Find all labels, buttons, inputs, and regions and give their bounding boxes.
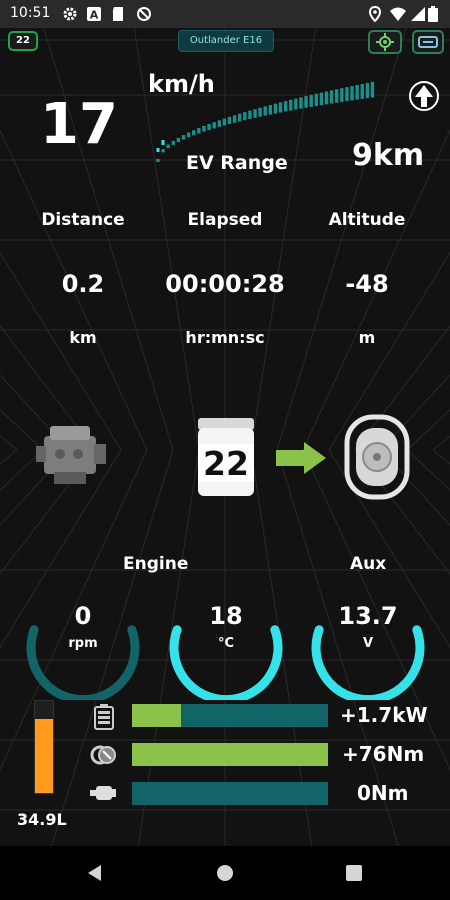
motor-torque-value: +76Nm — [342, 742, 425, 766]
recents-icon[interactable] — [346, 865, 362, 881]
temp-unit: °C — [217, 636, 235, 651]
battery-icon — [94, 704, 114, 730]
fuel-value: 34.9L — [17, 810, 67, 829]
status-bar: 10:51 A — [0, 0, 450, 28]
power-value: +1.7kW — [340, 703, 428, 727]
font-icon: A — [87, 7, 101, 22]
status-time: 10:51 — [10, 5, 51, 21]
motor-torque-bar — [132, 743, 328, 766]
power-bar-fill — [132, 704, 181, 727]
home-icon[interactable] — [216, 864, 234, 882]
battery-icon — [428, 6, 438, 22]
fuel-level-fill — [35, 719, 53, 793]
location-icon — [368, 6, 382, 22]
rpm-unit: rpm — [68, 636, 98, 651]
signal-icon — [411, 7, 425, 21]
engine-torque-value: 0Nm — [357, 781, 409, 805]
engine-torque-bar — [132, 782, 328, 805]
gear-icon — [63, 7, 77, 21]
rpm-value: 0 — [74, 602, 92, 630]
navigation-bar — [0, 846, 450, 900]
fuel-gauge — [34, 700, 54, 794]
svg-text:A: A — [90, 9, 99, 22]
wifi-icon — [390, 7, 406, 21]
back-icon[interactable] — [86, 864, 104, 882]
sync-off-icon — [137, 7, 151, 21]
voltage-value: 13.7 — [338, 602, 398, 630]
gauge-arcs — [26, 625, 425, 700]
power-bar — [132, 704, 328, 727]
motor-torque-bar-fill — [132, 743, 328, 766]
engine-small-icon — [90, 786, 116, 800]
temp-value: 18 — [209, 602, 243, 630]
voltage-unit: V — [362, 636, 374, 651]
dashboard: 22 Outlander E16 17 km/h EV Range 9km Di… — [0, 0, 450, 900]
sd-card-icon — [113, 7, 123, 21]
motor-icon — [90, 745, 116, 765]
